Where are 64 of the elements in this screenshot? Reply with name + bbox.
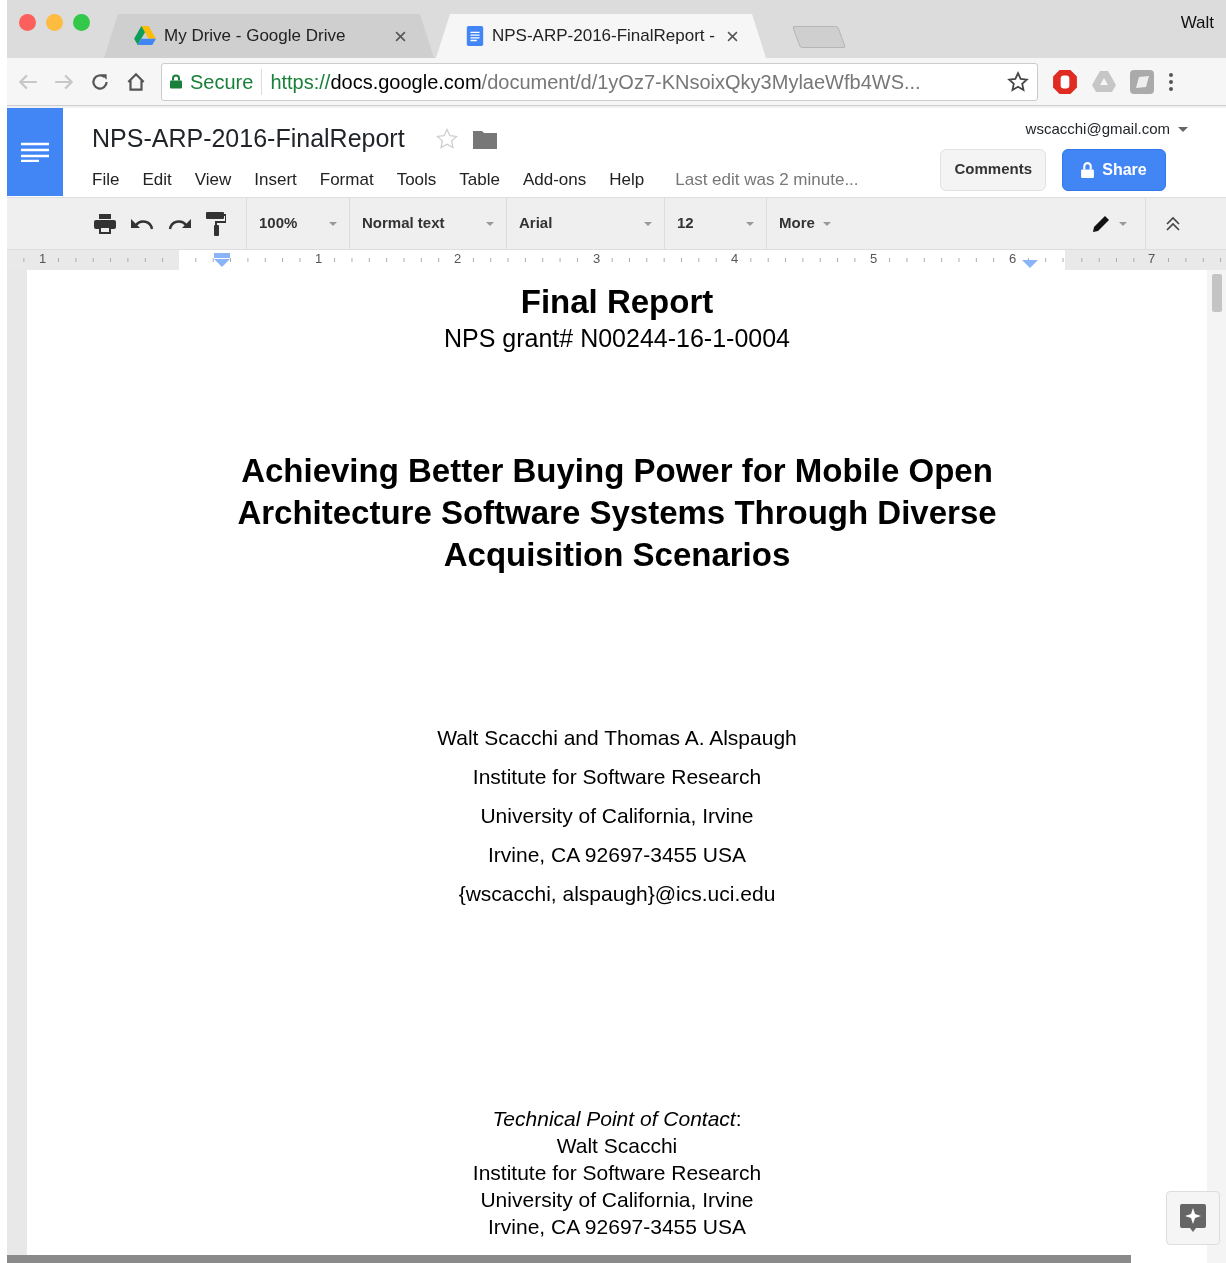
- document-icon: [466, 26, 484, 46]
- menu-item[interactable]: Tools: [396, 166, 437, 192]
- author-line: Institute for Software Research: [472, 764, 762, 790]
- drive-icon: [134, 26, 156, 46]
- last-edit-link[interactable]: Last edit was 2 minute...: [675, 166, 859, 192]
- grant-number: NPS grant# N00244-16-1-0004: [443, 323, 791, 354]
- lock-icon: [1081, 161, 1095, 178]
- close-icon[interactable]: [395, 30, 406, 42]
- account-email[interactable]: wscacchi@gmail.com: [1025, 118, 1170, 141]
- close-icon[interactable]: [727, 30, 738, 42]
- contact-line: Walt Scacchi: [556, 1133, 678, 1159]
- style-dropdown[interactable]: Normal text: [362, 212, 494, 235]
- browser-tab[interactable]: My Drive - Google Drive: [104, 14, 434, 58]
- contact-line: Technical Point of Contact:: [492, 1106, 742, 1132]
- pencil-icon: [1091, 213, 1111, 234]
- more-vertical-icon[interactable]: [1168, 71, 1174, 92]
- stop-hand-icon[interactable]: [1052, 68, 1078, 95]
- close-window-button[interactable]: [19, 13, 36, 31]
- font-size-dropdown[interactable]: 12: [677, 212, 754, 235]
- print-icon[interactable]: [94, 213, 116, 234]
- contact-line: University of California, Irvine: [480, 1187, 754, 1213]
- menu-item[interactable]: File: [92, 166, 120, 192]
- explore-button[interactable]: [1166, 1191, 1220, 1245]
- more-dropdown[interactable]: More: [779, 212, 831, 235]
- sparkle-icon: [1180, 1204, 1206, 1232]
- menu-item[interactable]: Insert: [254, 166, 297, 192]
- menu-item[interactable]: Format: [319, 166, 374, 192]
- lock-icon: [170, 74, 182, 89]
- zoom-dropdown[interactable]: 100%: [259, 212, 337, 235]
- report-title: Achieving Better Buying Power for Mobile Open Architecture Software Systems Through Diverse Acquisition Scenarios: [236, 451, 998, 575]
- paint-roller-icon[interactable]: [206, 211, 226, 236]
- home-icon[interactable]: [125, 70, 147, 93]
- comments-button[interactable]: Comments: [940, 148, 1046, 191]
- url-text: https://docs.google.com/document/d/1yOz7-KNsoixQky3MylaeWfb4WS...: [270, 69, 921, 95]
- bookmark-star-icon[interactable]: [1007, 70, 1029, 93]
- editing-mode-dropdown[interactable]: [1091, 213, 1127, 234]
- menu-item[interactable]: Help: [609, 166, 645, 192]
- scrollbar-thumb[interactable]: [1212, 274, 1222, 312]
- menu-item[interactable]: Table: [459, 166, 500, 192]
- menu-item[interactable]: Add-ons: [522, 166, 587, 192]
- contact-line: Irvine, CA 92697-3455 USA: [488, 1214, 746, 1240]
- menu-item[interactable]: View: [194, 166, 232, 192]
- author-line: Irvine, CA 92697-3455 USA: [488, 842, 746, 868]
- author-line: {wscacchi, alspaugh}@ics.uci.edu: [458, 881, 776, 907]
- indent-marker-icon[interactable]: [214, 253, 230, 267]
- caret-icon: [1178, 126, 1188, 132]
- address-bar[interactable]: Secure https://docs.google.com/document/d/1yOz7-KNsoixQky3MylaeWfb4WS...: [161, 62, 1038, 101]
- docs-logo-icon[interactable]: [7, 108, 63, 196]
- browser-tab[interactable]: NPS-ARP-2016-FinalReport -: [436, 14, 766, 58]
- document-title[interactable]: NPS-ARP-2016-FinalReport: [92, 120, 405, 158]
- folder-icon[interactable]: [472, 128, 497, 149]
- star-icon[interactable]: [434, 126, 459, 151]
- collapse-icon[interactable]: [1166, 215, 1180, 232]
- contact-line: Institute for Software Research: [472, 1160, 762, 1186]
- secure-label: Secure: [190, 69, 254, 95]
- author-line: Walt Scacchi and Thomas A. Alspaugh: [437, 725, 797, 751]
- scrollbar-thumb[interactable]: [7, 1255, 1131, 1263]
- font-dropdown[interactable]: Arial: [519, 212, 652, 235]
- profile-name[interactable]: Walt: [1180, 10, 1214, 36]
- indent-marker-icon[interactable]: [1022, 260, 1038, 268]
- document-heading: Final Report: [520, 282, 714, 322]
- author-line: University of California, Irvine: [480, 803, 754, 829]
- menu-item[interactable]: Edit: [142, 166, 172, 192]
- share-button[interactable]: Share: [1062, 148, 1166, 191]
